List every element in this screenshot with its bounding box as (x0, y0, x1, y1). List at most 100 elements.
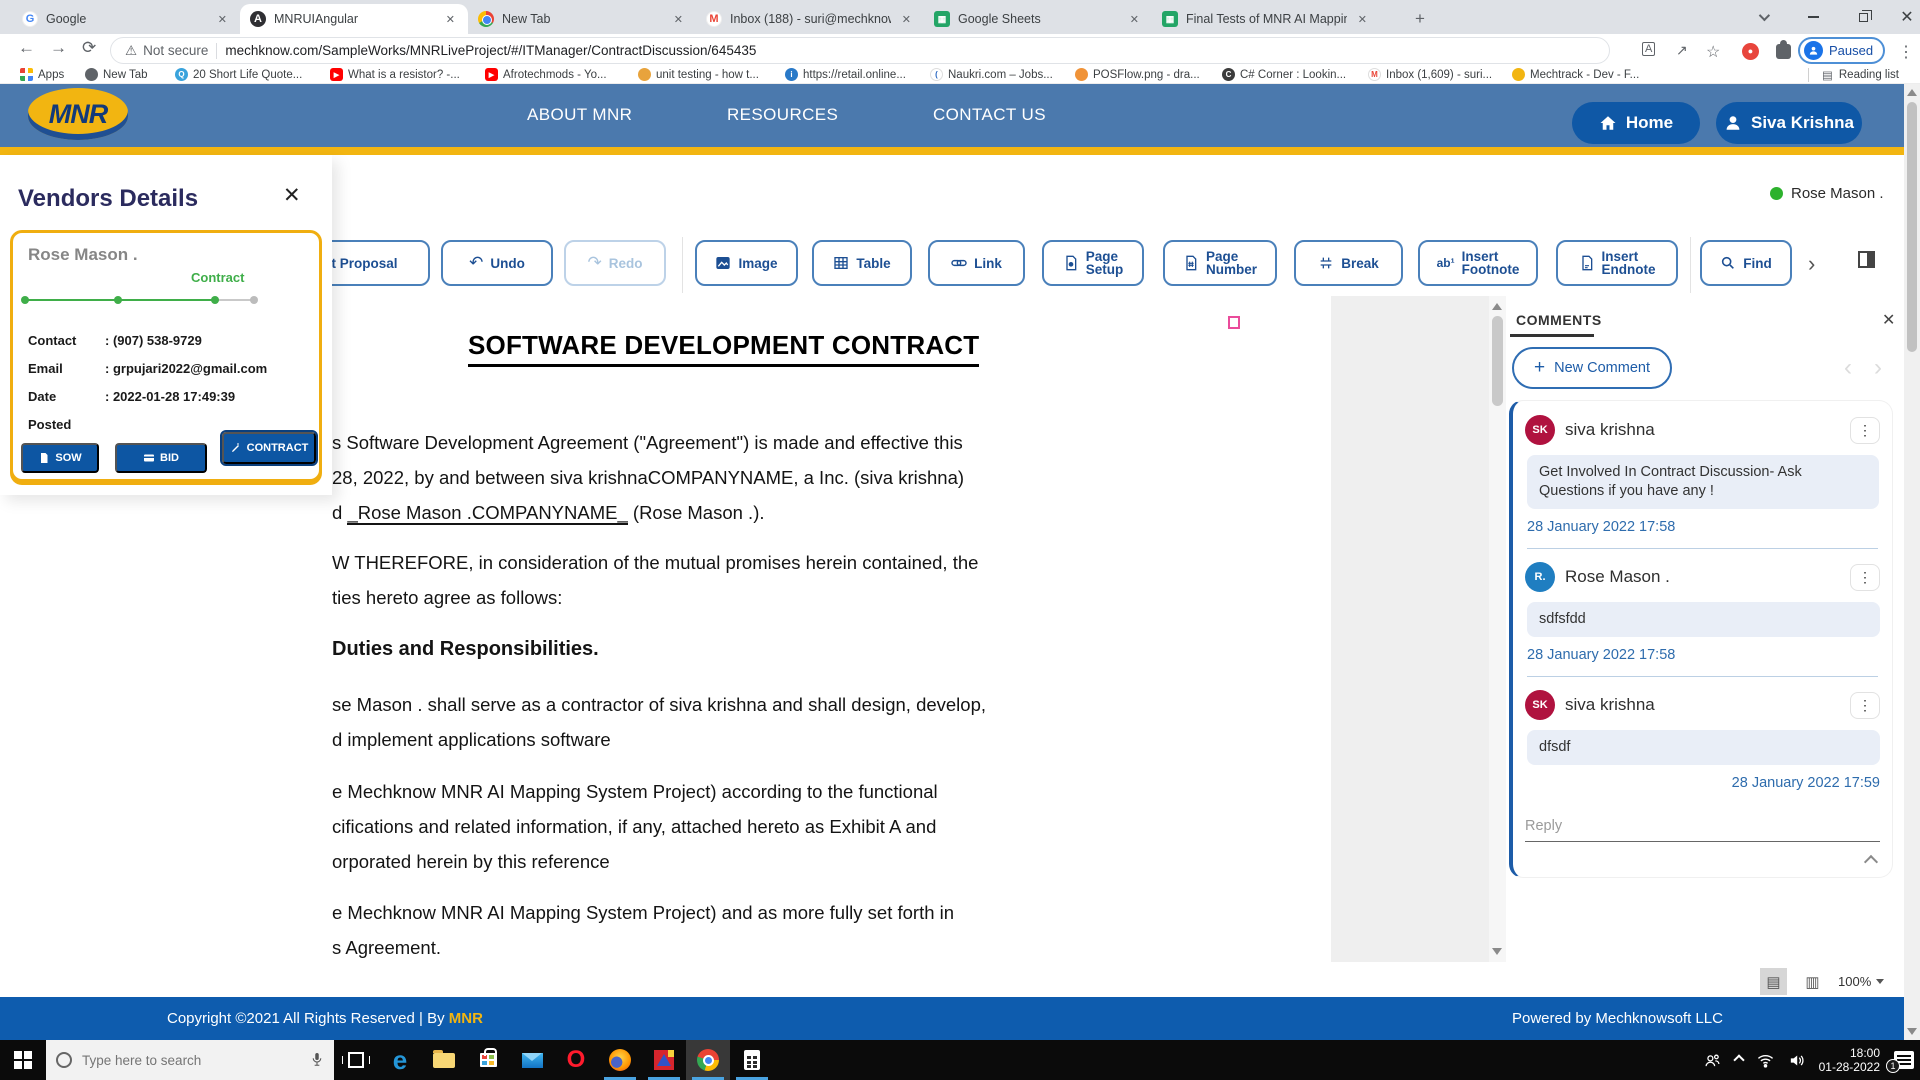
bookmark-csharp-corner[interactable]: CC# Corner : Lookin... (1222, 68, 1346, 81)
edge-button[interactable]: e (378, 1040, 422, 1080)
insert-footnote-button[interactable]: ab¹ InsertFootnote (1418, 240, 1538, 286)
document-scrollbar[interactable] (1489, 296, 1506, 962)
tab-close-icon[interactable]: ✕ (671, 12, 686, 27)
nav-resources[interactable]: RESOURCES (727, 105, 838, 125)
popup-close-icon[interactable]: ✕ (283, 183, 301, 208)
tab-google[interactable]: G Google ✕ (12, 4, 240, 34)
nav-contact-us[interactable]: CONTACT US (933, 105, 1046, 125)
break-button[interactable]: Break (1294, 240, 1403, 286)
firefox-button[interactable] (598, 1040, 642, 1080)
calculator-button[interactable] (730, 1040, 774, 1080)
extension-red-icon[interactable]: ● (1742, 43, 1759, 60)
start-button[interactable] (0, 1040, 46, 1080)
comment-menu-icon[interactable]: ⋮ (1850, 417, 1880, 444)
collapse-chevron-icon[interactable] (1864, 855, 1878, 869)
scroll-up-icon[interactable] (1492, 303, 1502, 310)
bookmark-unit-testing[interactable]: unit testing - how t... (638, 68, 759, 81)
comments-next-icon[interactable]: › (1874, 354, 1882, 382)
undo-button[interactable]: ↶Undo (441, 240, 553, 286)
nav-about-mnr[interactable]: ABOUT MNR (527, 105, 632, 125)
tab-search-button[interactable] (1740, 0, 1786, 34)
bid-button[interactable]: BID (115, 443, 207, 473)
contract-button[interactable]: CONTRACT (222, 432, 316, 464)
comment-menu-icon[interactable]: ⋮ (1850, 692, 1880, 719)
insert-endnote-button[interactable]: InsertEndnote (1556, 240, 1678, 286)
security-chip[interactable]: ⚠ Not secure (125, 43, 208, 59)
comment-menu-icon[interactable]: ⋮ (1850, 564, 1880, 591)
scroll-down-icon[interactable] (1907, 1028, 1917, 1035)
url-field[interactable]: ⚠ Not secure mechknow.com/SampleWorks/MN… (110, 37, 1610, 64)
bookmark-retail-online[interactable]: ihttps://retail.online... (785, 68, 906, 81)
back-button[interactable]: ← (18, 38, 35, 58)
home-button[interactable]: Home (1572, 102, 1700, 144)
bookmark-afrotechmods[interactable]: ▶Afrotechmods - Yo... (485, 68, 607, 81)
page-setup-button[interactable]: PageSetup (1042, 240, 1144, 286)
table-button[interactable]: Table (812, 240, 912, 286)
find-button[interactable]: Find (1700, 240, 1792, 286)
reading-list-button[interactable]: ▤Reading list (1822, 68, 1899, 82)
toolbar-overflow-button[interactable]: › (1808, 251, 1815, 277)
tab-final-tests[interactable]: ▦ Final Tests of MNR AI Mapping S ✕ (1152, 4, 1380, 34)
people-icon[interactable] (1704, 1052, 1721, 1069)
redo-button[interactable]: ↷Redo (564, 240, 666, 286)
adobe-button[interactable] (642, 1040, 686, 1080)
bookmark-inbox[interactable]: MInbox (1,609) - suri... (1368, 68, 1492, 81)
taskbar-search[interactable] (46, 1040, 334, 1080)
scrollbar-thumb[interactable] (1907, 102, 1917, 352)
new-tab-button[interactable]: + (1408, 8, 1432, 32)
browser-scrollbar[interactable] (1904, 84, 1920, 1040)
search-input[interactable] (82, 1053, 300, 1068)
forward-button[interactable]: → (50, 38, 67, 58)
panel-toggle-icon[interactable] (1858, 251, 1875, 268)
bookmark-quotes[interactable]: Q20 Short Life Quote... (175, 68, 302, 81)
sow-button[interactable]: SOW (21, 443, 99, 473)
comments-close-icon[interactable]: ✕ (1882, 310, 1895, 330)
chrome-button[interactable] (686, 1040, 730, 1080)
share-icon[interactable]: ↗ (1676, 42, 1688, 59)
zoom-control[interactable]: 100% (1838, 974, 1884, 989)
bookmark-apps[interactable]: Apps (20, 68, 64, 81)
tab-close-icon[interactable]: ✕ (1127, 12, 1142, 27)
tab-mnruiangular[interactable]: A MNRUIAngular ✕ (240, 4, 468, 34)
bookmark-mechtrack[interactable]: Mechtrack - Dev - F... (1512, 68, 1639, 81)
wifi-icon[interactable] (1757, 1052, 1774, 1069)
minimize-button[interactable] (1790, 0, 1836, 34)
volume-icon[interactable] (1788, 1052, 1805, 1069)
tray-expand-icon[interactable] (1733, 1054, 1744, 1065)
bookmark-star-icon[interactable]: ☆ (1706, 42, 1720, 62)
footer-brand[interactable]: MNR (449, 1010, 483, 1027)
bookmark-resistor[interactable]: ▶What is a resistor? -... (330, 68, 460, 81)
opera-button[interactable]: O (554, 1040, 598, 1080)
store-button[interactable] (466, 1040, 510, 1080)
print-layout-icon[interactable]: ▥ (1799, 968, 1826, 995)
restore-button[interactable] (1840, 0, 1886, 34)
tab-new-tab[interactable]: New Tab ✕ (468, 4, 696, 34)
bookmark-posflow[interactable]: POSFlow.png - dra... (1075, 68, 1200, 81)
link-button[interactable]: Link (928, 240, 1025, 286)
close-window-button[interactable]: ✕ (1884, 0, 1920, 34)
mail-button[interactable] (510, 1040, 554, 1080)
scroll-up-icon[interactable] (1907, 89, 1917, 96)
profile-paused-button[interactable]: Paused (1798, 37, 1885, 64)
action-center-icon[interactable]: 1 (1894, 1051, 1914, 1069)
browser-menu-icon[interactable]: ⋮ (1898, 42, 1914, 62)
user-button[interactable]: Siva Krishna (1716, 102, 1862, 144)
translate-icon[interactable]: A (1642, 42, 1655, 56)
tab-close-icon[interactable]: ✕ (443, 12, 458, 27)
comments-prev-icon[interactable]: ‹ (1844, 354, 1852, 382)
tab-google-sheets[interactable]: ▦ Google Sheets ✕ (924, 4, 1152, 34)
bookmark-new-tab[interactable]: New Tab (85, 68, 148, 81)
bookmark-naukri[interactable]: (Naukri.com – Jobs... (930, 68, 1053, 81)
page-number-button[interactable]: PageNumber (1163, 240, 1277, 286)
tab-inbox[interactable]: M Inbox (188) - suri@mechknowso ✕ (696, 4, 924, 34)
comment-anchor-marker[interactable] (1228, 316, 1240, 329)
reload-button[interactable]: ⟳ (82, 38, 96, 58)
tab-close-icon[interactable]: ✕ (1355, 12, 1370, 27)
mnr-logo[interactable]: MNR (28, 88, 128, 140)
tab-close-icon[interactable]: ✕ (215, 12, 230, 27)
extensions-puzzle-icon[interactable] (1776, 44, 1791, 59)
task-view-button[interactable] (334, 1040, 378, 1080)
image-button[interactable]: Image (695, 240, 798, 286)
file-explorer-button[interactable] (422, 1040, 466, 1080)
reply-input[interactable] (1525, 818, 1880, 834)
